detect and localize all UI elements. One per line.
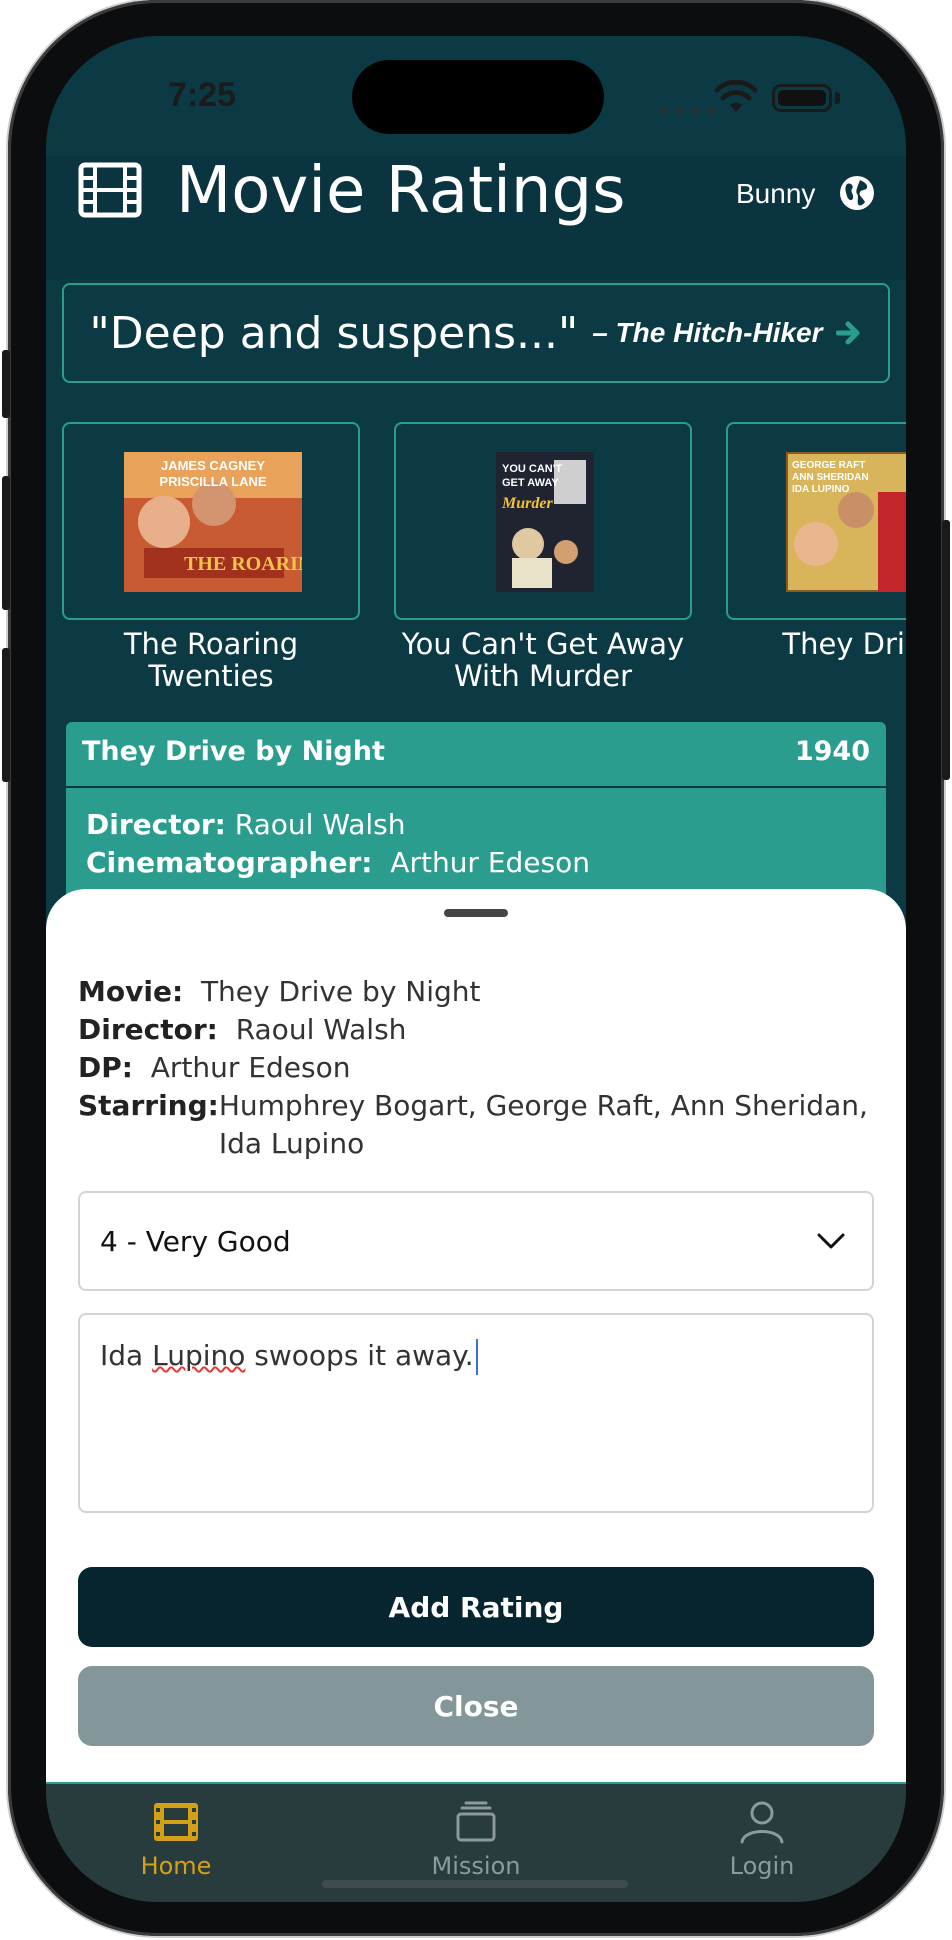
movie-card-frame: GEORGE RAFT ANN SHERIDAN IDA LUPINO (726, 422, 906, 620)
wifi-icon (714, 80, 758, 112)
sheet-dp: Arthur Edeson (150, 1051, 351, 1084)
screen: 7:25 •••• Movie Ratings Bunny "Deep and … (46, 36, 906, 1902)
battery-tip (835, 92, 840, 104)
movie-detail-title: They Drive by Night (82, 736, 385, 767)
svg-text:PRISCILLA LANE: PRISCILLA LANE (159, 474, 266, 489)
movie-poster: GEORGE RAFT ANN SHERIDAN IDA LUPINO (786, 452, 906, 592)
status-bar: 7:25 •••• (46, 36, 906, 156)
svg-text:ANN SHERIDAN: ANN SHERIDAN (792, 472, 869, 483)
detail-cinematographer-row: Cinematographer: Arthur Edeson (86, 846, 590, 879)
detail-director: Raoul Walsh (234, 808, 406, 841)
sheet-grabber[interactable] (444, 909, 508, 917)
tab-mission[interactable]: Mission (396, 1800, 556, 1880)
action-button (2, 350, 10, 418)
detail-cinematographer: Arthur Edeson (390, 846, 591, 879)
globe-icon[interactable] (838, 174, 876, 212)
rating-select-value: 4 - Very Good (100, 1225, 291, 1258)
arrow-right-icon (836, 321, 860, 345)
movie-card-title: They Drive b (782, 627, 906, 661)
volume-up-button (2, 476, 10, 610)
movie-card[interactable]: YOU CAN'T GET AWAY Murder You Can't Get … (394, 422, 692, 692)
tab-home-label: Home (140, 1852, 212, 1880)
svg-text:THE ROARING: THE ROARING (184, 553, 302, 575)
tab-login[interactable]: Login (682, 1800, 842, 1880)
movie-card-frame: YOU CAN'T GET AWAY Murder (394, 422, 692, 620)
svg-text:GEORGE RAFT: GEORGE RAFT (792, 460, 865, 471)
svg-text:Murder: Murder (501, 495, 553, 512)
sheet-starring-label: Starring: (78, 1089, 219, 1122)
sheet-movie-label: Movie: (78, 975, 184, 1008)
tab-mission-label: Mission (431, 1852, 521, 1880)
tab-login-label: Login (729, 1852, 795, 1880)
movie-card[interactable]: GEORGE RAFT ANN SHERIDAN IDA LUPINO They… (726, 422, 906, 660)
sheet-dp-row: DP: Arthur Edeson (78, 1049, 351, 1087)
quote-text: "Deep and suspens..." (89, 307, 579, 359)
detail-director-label: Director: (86, 808, 226, 841)
home-indicator[interactable] (322, 1880, 628, 1888)
volume-down-button (2, 648, 10, 782)
sheet-director-label: Director: (78, 1013, 218, 1046)
add-rating-button[interactable]: Add Rating (78, 1567, 874, 1647)
film-icon (78, 162, 142, 218)
movie-detail-header[interactable]: They Drive by Night 1940 (66, 722, 886, 786)
power-button (942, 520, 950, 780)
film-icon (154, 1803, 198, 1841)
rating-sheet: Movie: They Drive by Night Director: Rao… (46, 889, 906, 1782)
movie-carousel[interactable]: JAMES CAGNEY PRISCILLA LANE THE ROARING … (62, 422, 906, 692)
svg-text:JAMES CAGNEY: JAMES CAGNEY (161, 458, 265, 473)
tab-home[interactable]: Home (96, 1800, 256, 1880)
sheet-movie: They Drive by Night (200, 975, 481, 1008)
rating-select[interactable]: 4 - Very Good (78, 1191, 874, 1291)
movie-card-frame: JAMES CAGNEY PRISCILLA LANE THE ROARING (62, 422, 360, 620)
user-name[interactable]: Bunny (736, 178, 815, 210)
quote-banner[interactable]: "Deep and suspens..." – The Hitch-Hiker (62, 283, 890, 383)
sheet-director: Raoul Walsh (235, 1013, 407, 1046)
movie-poster: JAMES CAGNEY PRISCILLA LANE THE ROARING (124, 452, 302, 592)
app-title: Movie Ratings (176, 154, 626, 228)
movie-card-title: The Roaring Twenties (123, 627, 299, 692)
close-button[interactable]: Close (78, 1666, 874, 1746)
svg-text:YOU CAN'T: YOU CAN'T (502, 463, 562, 475)
svg-text:GET AWAY: GET AWAY (502, 477, 559, 489)
detail-director-row: Director: Raoul Walsh (86, 808, 406, 841)
status-time: 7:25 (168, 76, 237, 114)
comment-textarea[interactable]: Ida Lupino swoops it away. (78, 1313, 874, 1513)
movie-poster: YOU CAN'T GET AWAY Murder (496, 452, 594, 592)
chevron-down-icon (817, 1233, 845, 1249)
stack-icon (456, 1801, 496, 1842)
user-icon (740, 1801, 784, 1844)
signal-icon: •••• (656, 98, 721, 126)
svg-text:IDA LUPINO: IDA LUPINO (792, 484, 850, 495)
battery-icon (772, 84, 832, 112)
dynamic-island (352, 60, 604, 134)
sheet-starring: Humphrey Bogart, George Raft, Ann Sherid… (218, 1089, 868, 1160)
text-caret (475, 1339, 478, 1375)
sheet-dp-label: DP: (78, 1051, 133, 1084)
movie-detail-year: 1940 (794, 736, 870, 767)
sheet-starring-row: Starring: Humphrey Bogart, George Raft, … (78, 1087, 874, 1163)
sheet-movie-row: Movie: They Drive by Night (78, 973, 481, 1011)
movie-card-title: You Can't Get Away With Murder (401, 627, 685, 692)
comment-text: Ida Lupino swoops it away. (100, 1339, 478, 1375)
quote-source: – The Hitch-Hiker (592, 317, 823, 348)
movie-card[interactable]: JAMES CAGNEY PRISCILLA LANE THE ROARING … (62, 422, 360, 692)
detail-cinematographer-label: Cinematographer: (86, 846, 373, 879)
sheet-director-row: Director: Raoul Walsh (78, 1011, 406, 1049)
